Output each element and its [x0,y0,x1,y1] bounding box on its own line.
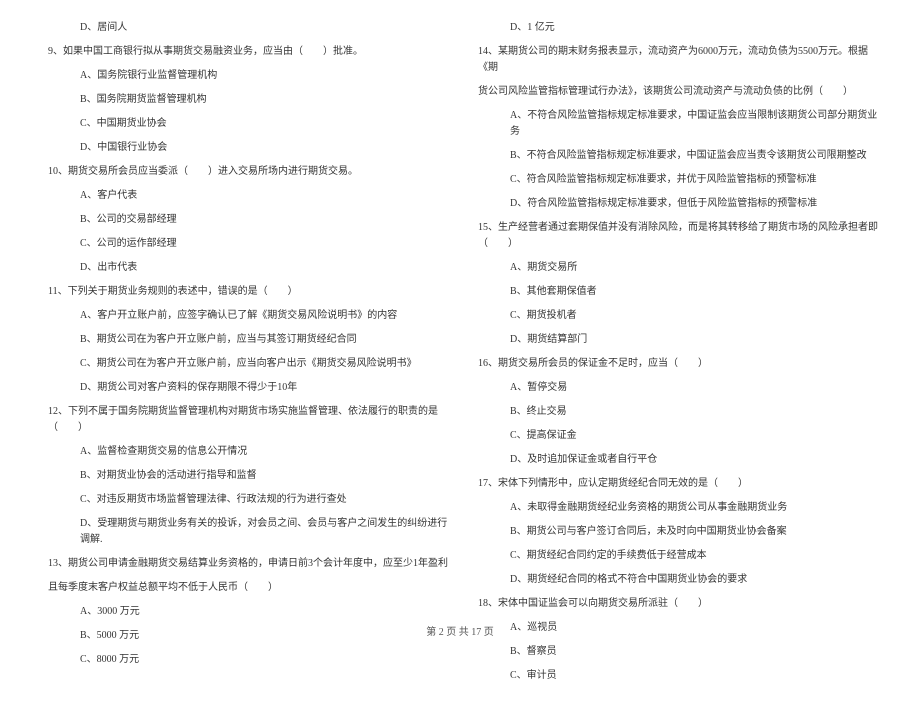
question-text: 14、某期货公司的期末财务报表显示，流动资产为6000万元，流动负债为5500万… [470,44,880,76]
answer-option: B、期货公司在为客户开立账户前，应当与其签订期货经纪合同 [40,332,450,348]
question-text: 11、下列关于期货业务规则的表述中，错误的是（ ） [40,284,450,300]
page-footer: 第 2 页 共 17 页 [0,623,920,638]
answer-option: D、期货结算部门 [470,332,880,348]
answer-option: D、符合风险监管指标规定标准要求，但低于风险监管指标的预警标准 [470,196,880,212]
answer-option: C、中国期货业协会 [40,116,450,132]
question-text: 10、期货交易所会员应当委派（ ）进入交易所场内进行期货交易。 [40,164,450,180]
exam-page: D、居间人 9、如果中国工商银行拟从事期货交易融资业务，应当由（ ）批准。 A、国务… [0,0,920,724]
answer-option: A、期货交易所 [470,260,880,276]
answer-option: A、监督检查期货交易的信息公开情况 [40,444,450,460]
answer-option: C、期货投机者 [470,308,880,324]
answer-option: C、期货公司在为客户开立账户前，应当向客户出示《期货交易风险说明书》 [40,356,450,372]
answer-option: C、符合风险监管指标规定标准要求，并优于风险监管指标的预警标准 [470,172,880,188]
answer-option: D、受理期货与期货业务有关的投诉，对会员之间、会员与客户之间发生的纠纷进行调解. [40,516,450,548]
answer-option: D、出市代表 [40,260,450,276]
left-column: D、居间人 9、如果中国工商银行拟从事期货交易融资业务，应当由（ ）批准。 A、国务… [40,20,450,684]
right-column: D、1 亿元 14、某期货公司的期末财务报表显示，流动资产为6000万元，流动负债… [470,20,880,684]
answer-option: C、8000 万元 [40,652,450,668]
answer-option: C、提高保证金 [470,428,880,444]
answer-option: B、终止交易 [470,404,880,420]
answer-option: B、不符合风险监管指标规定标准要求，中国证监会应当责令该期货公司限期整改 [470,148,880,164]
question-text: 17、宋体下列情形中，应认定期货经纪合同无效的是（ ） [470,476,880,492]
question-text: 13、期货公司申请金融期货交易结算业务资格的，申请日前3个会计年度中，应至少1年… [40,556,450,572]
answer-option: B、公司的交易部经理 [40,212,450,228]
answer-option: D、期货经纪合同的格式不符合中国期货业协会的要求 [470,572,880,588]
question-continuation: 货公司风险监管指标管理试行办法》，该期货公司流动资产与流动负债的比例（ ） [470,84,880,100]
question-text: 16、期货交易所会员的保证金不足时，应当（ ） [470,356,880,372]
answer-option: A、国务院银行业监督管理机构 [40,68,450,84]
answer-option: B、期货公司与客户签订合同后，未及时向中国期货业协会备案 [470,524,880,540]
answer-option: C、对违反期货市场监督管理法律、行政法规的行为进行查处 [40,492,450,508]
answer-option: A、未取得金融期货经纪业务资格的期货公司从事金融期货业务 [470,500,880,516]
answer-option: C、公司的运作部经理 [40,236,450,252]
answer-option: A、不符合风险监管指标规定标准要求，中国证监会应当限制该期货公司部分期货业务 [470,108,880,140]
answer-option: C、期货经纪合同约定的手续费低于经营成本 [470,548,880,564]
answer-option: D、中国银行业协会 [40,140,450,156]
answer-option: D、居间人 [40,20,450,36]
answer-option: B、对期货业协会的活动进行指导和监督 [40,468,450,484]
answer-option: A、客户代表 [40,188,450,204]
answer-option: D、期货公司对客户资料的保存期限不得少于10年 [40,380,450,396]
question-text: 15、生产经营者通过套期保值并没有消除风险，而是将其转移给了期货市场的风险承担者… [470,220,880,252]
answer-option: D、及时追加保证金或者自行平仓 [470,452,880,468]
answer-option: A、暂停交易 [470,380,880,396]
answer-option: A、客户开立账户前，应签字确认已了解《期货交易风险说明书》的内容 [40,308,450,324]
question-text: 9、如果中国工商银行拟从事期货交易融资业务，应当由（ ）批准。 [40,44,450,60]
question-text: 18、宋体中国证监会可以向期货交易所派驻（ ） [470,596,880,612]
question-text: 12、下列不属于国务院期货监督管理机构对期货市场实施监督管理、依法履行的职责的是… [40,404,450,436]
answer-option: D、1 亿元 [470,20,880,36]
answer-option: B、国务院期货监督管理机构 [40,92,450,108]
answer-option: C、审计员 [470,668,880,684]
answer-option: B、其他套期保值者 [470,284,880,300]
answer-option: B、督察员 [470,644,880,660]
answer-option: A、3000 万元 [40,604,450,620]
question-continuation: 且每季度末客户权益总额平均不低于人民币（ ） [40,580,450,596]
